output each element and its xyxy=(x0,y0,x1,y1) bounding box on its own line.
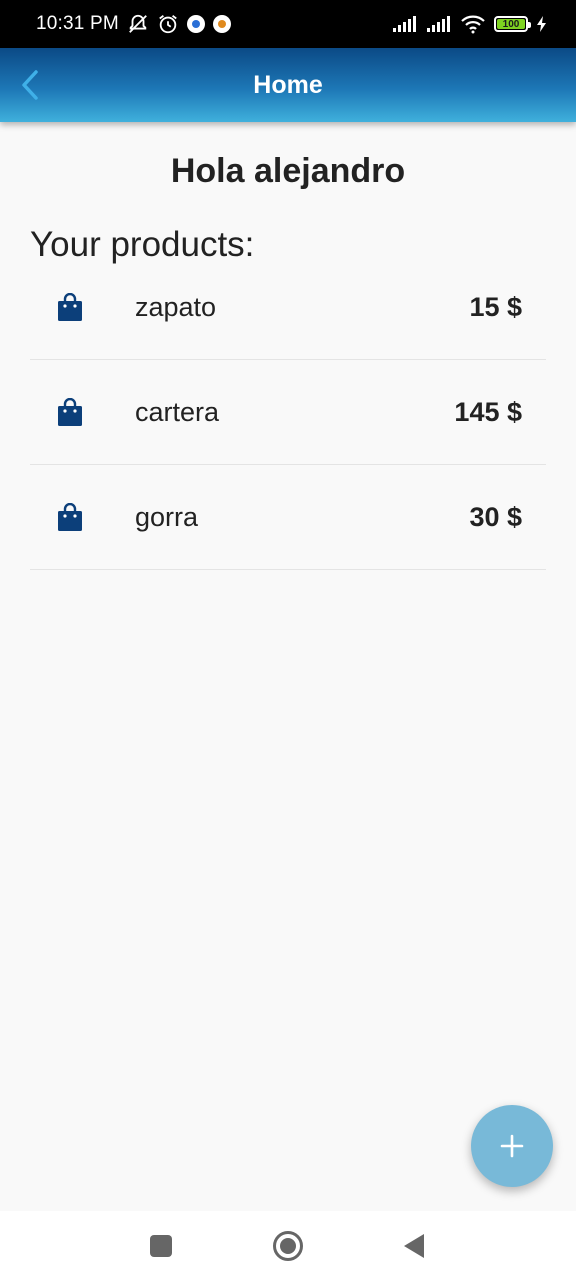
signal-icon-2 xyxy=(426,15,452,33)
back-icon xyxy=(404,1233,424,1258)
app-notification-icon-2 xyxy=(212,15,231,33)
home-button[interactable] xyxy=(272,1230,304,1262)
alarm-icon xyxy=(157,13,179,35)
list-item[interactable]: gorra 30 $ xyxy=(30,465,546,570)
plus-icon xyxy=(500,1134,524,1158)
page-title: Home xyxy=(253,70,323,99)
product-price: 30 $ xyxy=(469,501,522,532)
recent-apps-icon xyxy=(150,1234,172,1257)
list-item[interactable]: cartera 145 $ xyxy=(30,360,546,465)
shopping-bag-icon xyxy=(58,503,82,531)
home-icon xyxy=(273,1230,303,1261)
app-bar: Home xyxy=(0,48,576,122)
battery-level: 100 xyxy=(502,18,520,30)
list-item[interactable]: zapato 15 $ xyxy=(30,255,546,360)
status-time: 10:31 PM xyxy=(36,13,119,34)
signal-icon xyxy=(392,15,418,33)
charging-icon xyxy=(536,15,548,33)
app-notification-icon xyxy=(186,15,205,33)
back-button[interactable] xyxy=(10,65,50,105)
battery-icon: 100 xyxy=(494,16,531,32)
shopping-bag-icon xyxy=(58,293,82,321)
product-name: zapato xyxy=(135,291,217,322)
product-list: zapato 15 $ cartera 145 $ gorra 30 $ xyxy=(30,255,546,570)
add-product-button[interactable] xyxy=(471,1105,553,1187)
system-nav-bar xyxy=(0,1211,576,1280)
greeting-heading: Hola alejandro xyxy=(170,152,406,190)
product-name: gorra xyxy=(135,501,199,532)
product-price: 15 $ xyxy=(469,291,522,322)
recent-apps-button[interactable] xyxy=(149,1234,173,1258)
muted-notification-icon xyxy=(127,13,149,35)
shopping-bag-icon xyxy=(58,398,82,426)
nav-back-button[interactable] xyxy=(402,1233,426,1259)
product-name: cartera xyxy=(135,396,220,427)
status-bar: 10:31 PM 100 xyxy=(0,0,576,48)
wifi-icon xyxy=(460,14,486,34)
chevron-left-icon xyxy=(22,70,38,100)
product-price: 145 $ xyxy=(454,396,522,427)
